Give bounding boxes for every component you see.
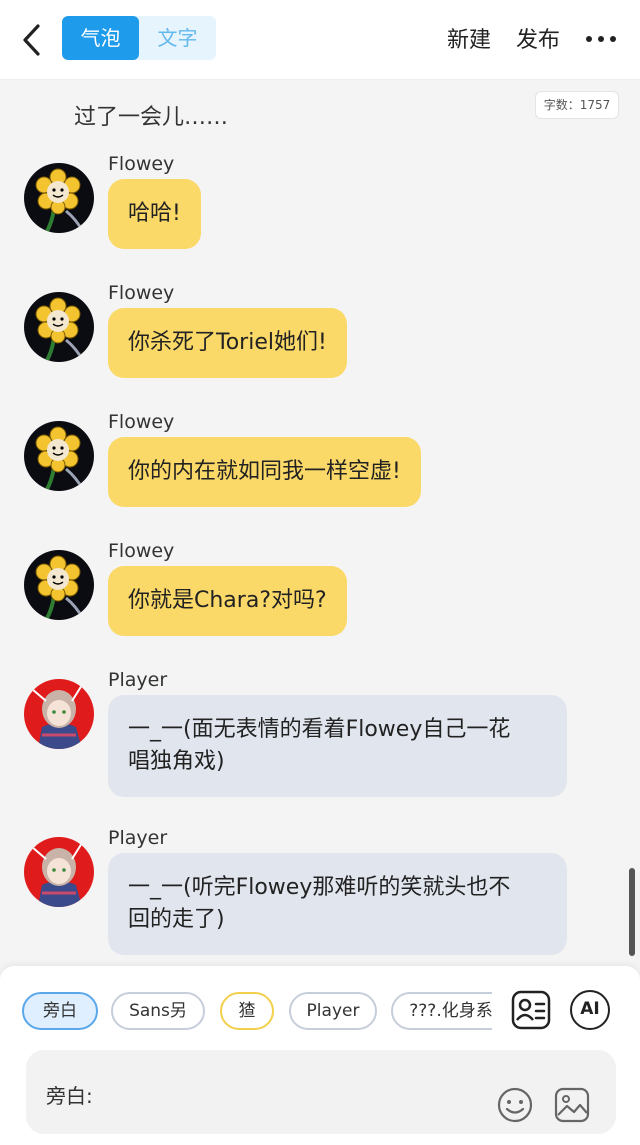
character-chip-list[interactable]: 旁白 Sans另 猹 Player ???.化身系 [22,992,492,1032]
character-chip-sans[interactable]: Sans另 [111,992,205,1030]
message-bubble[interactable]: 哈哈! [108,179,201,249]
input-role-label: 旁白: [46,1084,93,1108]
flowey-avatar [24,292,94,362]
scrollbar[interactable] [629,868,635,956]
sender-name: Flowey [108,153,175,175]
tab-text[interactable]: 文字 [139,16,216,60]
flowey-avatar [24,163,94,233]
sender-name: Flowey [108,540,175,562]
character-chip-narrator[interactable]: 旁白 [22,992,98,1030]
flowey-avatar [24,421,94,491]
character-chip[interactable]: 猹 [220,992,274,1030]
mode-switch: 气泡 文字 [62,16,216,60]
message-bubble[interactable]: 一_一(面无表情的看着Flowey自己一花 唱独角戏) [108,695,567,797]
ai-button[interactable]: AI [570,990,610,1030]
narration-text[interactable]: 过了一会儿…… [74,99,228,131]
chat-area: 过了一会儿…… 字数：1757 Flowey 哈哈! Flowey 你杀死了To… [0,81,640,966]
flowey-avatar [24,550,94,620]
message-input[interactable]: 旁白: [26,1050,616,1134]
sender-name: Player [108,827,168,849]
message-bubble[interactable]: 你就是Chara?对吗? [108,566,347,636]
message-bubble[interactable]: 你杀死了Toriel她们! [108,308,347,378]
player-avatar [24,837,94,907]
sender-name: Player [108,669,168,691]
message-bubble[interactable]: 一_一(听完Flowey那难听的笑就头也不 回的走了) [108,853,567,955]
new-button[interactable]: 新建 [447,22,491,54]
message-text-line: 一_一(听完Flowey那难听的笑就头也不 [128,875,511,900]
word-count-badge: 字数：1757 [535,91,619,119]
sender-name: Flowey [108,411,175,433]
message-text-line: 唱独角戏) [128,749,225,774]
character-chip-player[interactable]: Player [289,992,377,1030]
more-icon[interactable] [586,36,616,44]
tab-bubble[interactable]: 气泡 [62,16,139,60]
message-text-line: 回的走了) [128,907,225,932]
character-chip[interactable]: ???.化身系 [391,992,492,1030]
top-bar: 气泡 文字 新建 发布 [0,0,640,80]
message-bubble[interactable]: 你的内在就如同我一样空虚! [108,437,421,507]
sender-name: Flowey [108,282,175,304]
input-panel: 旁白 Sans另 猹 Player ???.化身系 AI 旁白: [0,966,640,1145]
character-list-icon[interactable] [511,990,551,1030]
back-arrow-icon[interactable] [18,20,48,60]
player-avatar [24,679,94,749]
emoji-icon[interactable] [496,1086,534,1124]
publish-button[interactable]: 发布 [516,22,560,54]
message-text-line: 一_一(面无表情的看着Flowey自己一花 [128,717,511,742]
image-icon[interactable] [553,1086,591,1124]
